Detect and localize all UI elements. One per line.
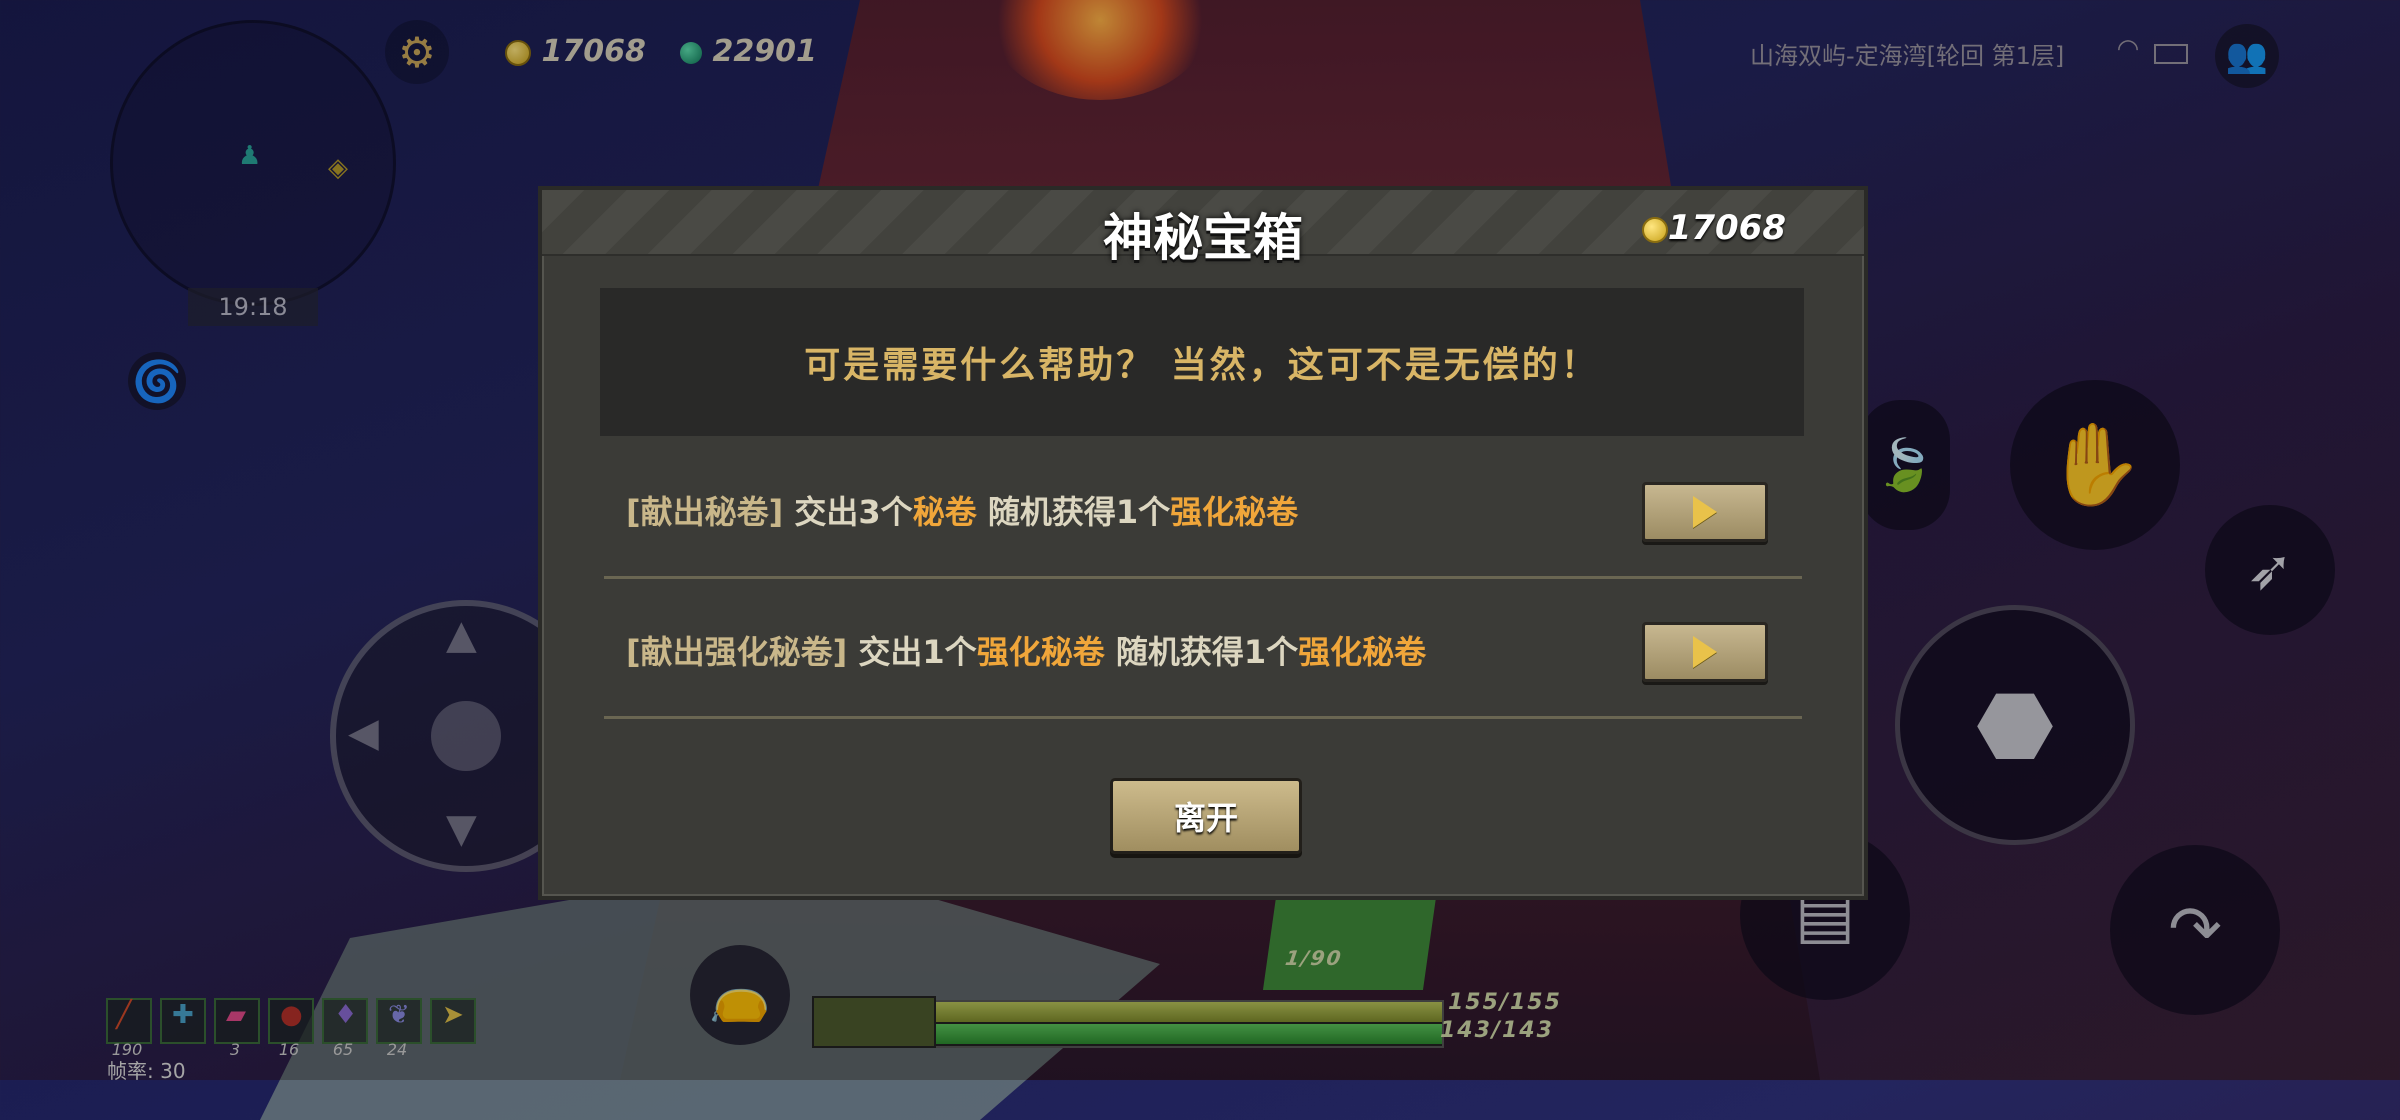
prompt-text: 可是需要什么帮助？ 当然，这可不是无偿的！	[804, 345, 1600, 386]
option-row-2: [献出强化秘卷] 交出1个强化秘卷 随机获得1个强化秘卷	[604, 584, 1802, 719]
leave-button[interactable]: 离开	[1110, 778, 1302, 854]
dialog-gold-amount: 17068	[1667, 208, 1786, 248]
option-reward-item: 强化秘卷	[1170, 493, 1299, 531]
option-cost-text: 交出1个	[847, 633, 977, 671]
option-1-confirm-button[interactable]	[1642, 482, 1768, 542]
mystery-chest-dialog: 神秘宝箱 17068 可是需要什么帮助？ 当然，这可不是无偿的！ [献出秘卷] …	[538, 186, 1868, 900]
option-reward-text: 随机获得1个	[976, 493, 1171, 531]
option-tag: [献出秘卷]	[626, 493, 784, 531]
option-text-1: [献出秘卷] 交出3个秘卷 随机获得1个强化秘卷	[626, 487, 1298, 533]
option-tag: [献出强化秘卷]	[626, 633, 848, 671]
option-row-1: [献出秘卷] 交出3个秘卷 随机获得1个强化秘卷	[604, 444, 1802, 579]
dialog-gold-counter: 17068	[1641, 208, 1786, 248]
option-reward-item: 强化秘卷	[1298, 633, 1427, 671]
option-reward-text: 随机获得1个	[1104, 633, 1299, 671]
option-cost-item: 强化秘卷	[976, 633, 1105, 671]
prompt-box: 可是需要什么帮助？ 当然，这可不是无偿的！	[600, 288, 1804, 436]
option-text-2: [献出强化秘卷] 交出1个强化秘卷 随机获得1个强化秘卷	[626, 627, 1426, 673]
play-arrow-icon	[1693, 496, 1717, 528]
option-2-confirm-button[interactable]	[1642, 622, 1768, 682]
option-cost-item: 秘卷	[912, 493, 977, 531]
option-cost-text: 交出3个	[783, 493, 913, 531]
coin-icon	[1641, 216, 1668, 243]
play-arrow-icon	[1693, 636, 1717, 668]
